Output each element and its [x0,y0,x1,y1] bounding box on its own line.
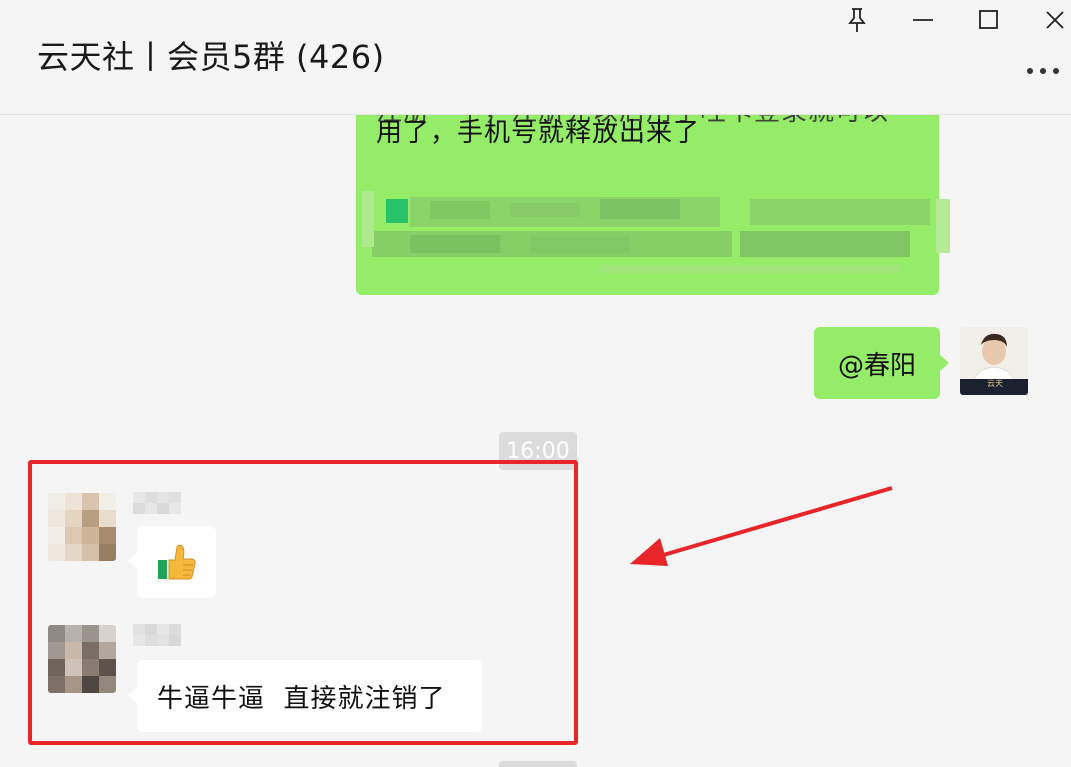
incoming-emoji-bubble[interactable] [128,526,216,598]
timestamp-text: 16:00 [506,438,570,464]
reply-message-text: 牛逼牛逼 直接就注销了 [157,683,446,714]
incoming-text-bubble[interactable]: 牛逼牛逼 直接就注销了 [128,660,482,732]
mention-message-bubble[interactable]: @春阳 [814,327,949,399]
mosaic-redaction [362,191,950,273]
sender-name-redacted [133,624,181,646]
message-list[interactable]: 注册一个，注册完以后用了哇卡登录就可以 用了，手机号就释放出来了 @春阳 [0,115,1071,767]
sender-avatar[interactable] [48,625,116,693]
avatar-caption: 云天 [987,379,1003,388]
pin-icon[interactable] [835,2,879,38]
thumbs-up-icon [157,544,196,580]
more-icon[interactable] [1023,58,1063,84]
outgoing-message-bubble[interactable]: 注册一个，注册完以后用了哇卡登录就可以 用了，手机号就释放出来了 [356,115,950,295]
timestamp-badge: 16:00 [499,432,577,470]
sender-name-redacted [133,492,181,514]
my-avatar[interactable]: 云天 [960,327,1028,395]
chat-title: 云天社丨会员5群 (426) [37,38,385,76]
sender-avatar[interactable] [48,493,116,561]
minimize-icon[interactable] [901,2,945,38]
message-text-line: 用了，手机号就释放出来了 [376,118,701,148]
close-icon[interactable] [1033,2,1071,38]
chat-header: 云天社丨会员5群 (426) [0,0,1071,115]
mention-text: @春阳 [837,350,916,381]
timestamp-badge-partial [499,761,577,767]
maximize-icon[interactable] [967,2,1011,38]
chat-window: 云天社丨会员5群 (426) 用了，手机号就释放出来了 @春阳 云天 16:00… [0,0,1071,767]
arrow-annotation [630,486,893,566]
